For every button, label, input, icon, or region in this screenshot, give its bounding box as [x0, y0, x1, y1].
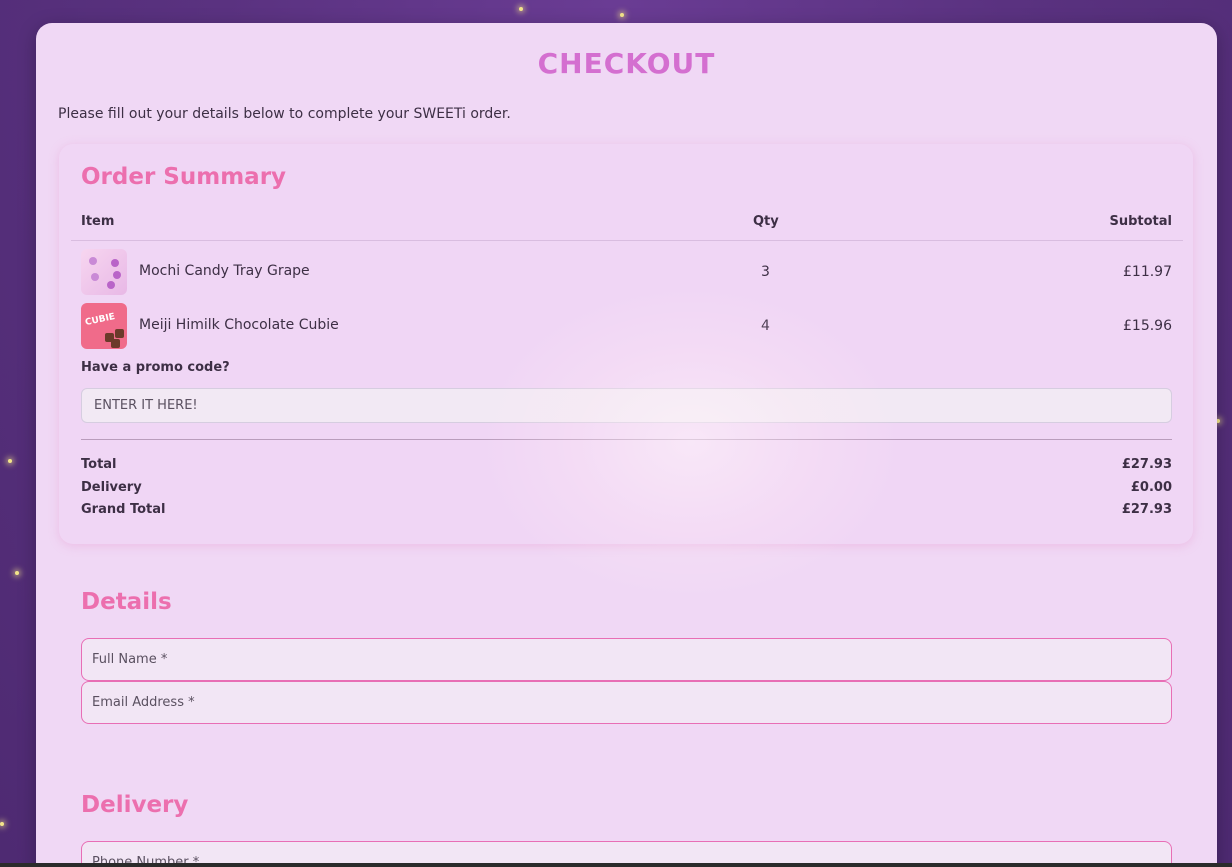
bottom-edge-bar	[0, 863, 1232, 867]
column-header-subtotal: Subtotal	[1109, 214, 1172, 229]
product-thumbnail: CUBIE	[81, 303, 127, 349]
item-name: Mochi Candy Tray Grape	[139, 263, 310, 279]
totals-divider	[81, 439, 1172, 440]
intro-text: Please fill out your details below to co…	[58, 106, 511, 122]
grand-total-value: £27.93	[1121, 502, 1172, 517]
sparkle-decoration	[519, 7, 523, 11]
item-subtotal: £15.96	[1123, 318, 1172, 334]
sparkle-decoration	[0, 822, 4, 826]
page-title: CHECKOUT	[537, 47, 716, 80]
grand-total-label: Grand Total	[81, 502, 166, 517]
promo-code-input[interactable]	[81, 388, 1172, 423]
header-divider	[71, 240, 1183, 241]
details-title: Details	[81, 589, 172, 615]
order-summary-title: Order Summary	[81, 164, 287, 190]
item-qty: 4	[761, 318, 770, 334]
promo-code-label: Have a promo code?	[81, 360, 230, 375]
full-name-field[interactable]	[81, 638, 1172, 681]
sparkle-decoration	[15, 571, 19, 575]
order-summary-panel: Order Summary Item Qty Subtotal Mochi Ca…	[59, 144, 1193, 544]
delivery-title: Delivery	[81, 792, 189, 818]
email-field[interactable]	[81, 681, 1172, 724]
product-thumbnail	[81, 249, 127, 295]
total-label: Total	[81, 457, 117, 472]
item-name: Meiji Himilk Chocolate Cubie	[139, 317, 339, 333]
column-header-qty: Qty	[753, 214, 779, 229]
total-value: £27.93	[1121, 457, 1172, 472]
column-header-item: Item	[81, 214, 115, 229]
item-subtotal: £11.97	[1123, 264, 1172, 280]
item-qty: 3	[761, 264, 770, 280]
sparkle-decoration	[620, 13, 624, 17]
delivery-value: £0.00	[1130, 480, 1172, 495]
delivery-label: Delivery	[81, 480, 142, 495]
sparkle-decoration	[8, 459, 12, 463]
thumbnail-brand-text: CUBIE	[84, 311, 116, 329]
checkout-card: CHECKOUT Please fill out your details be…	[36, 23, 1217, 867]
